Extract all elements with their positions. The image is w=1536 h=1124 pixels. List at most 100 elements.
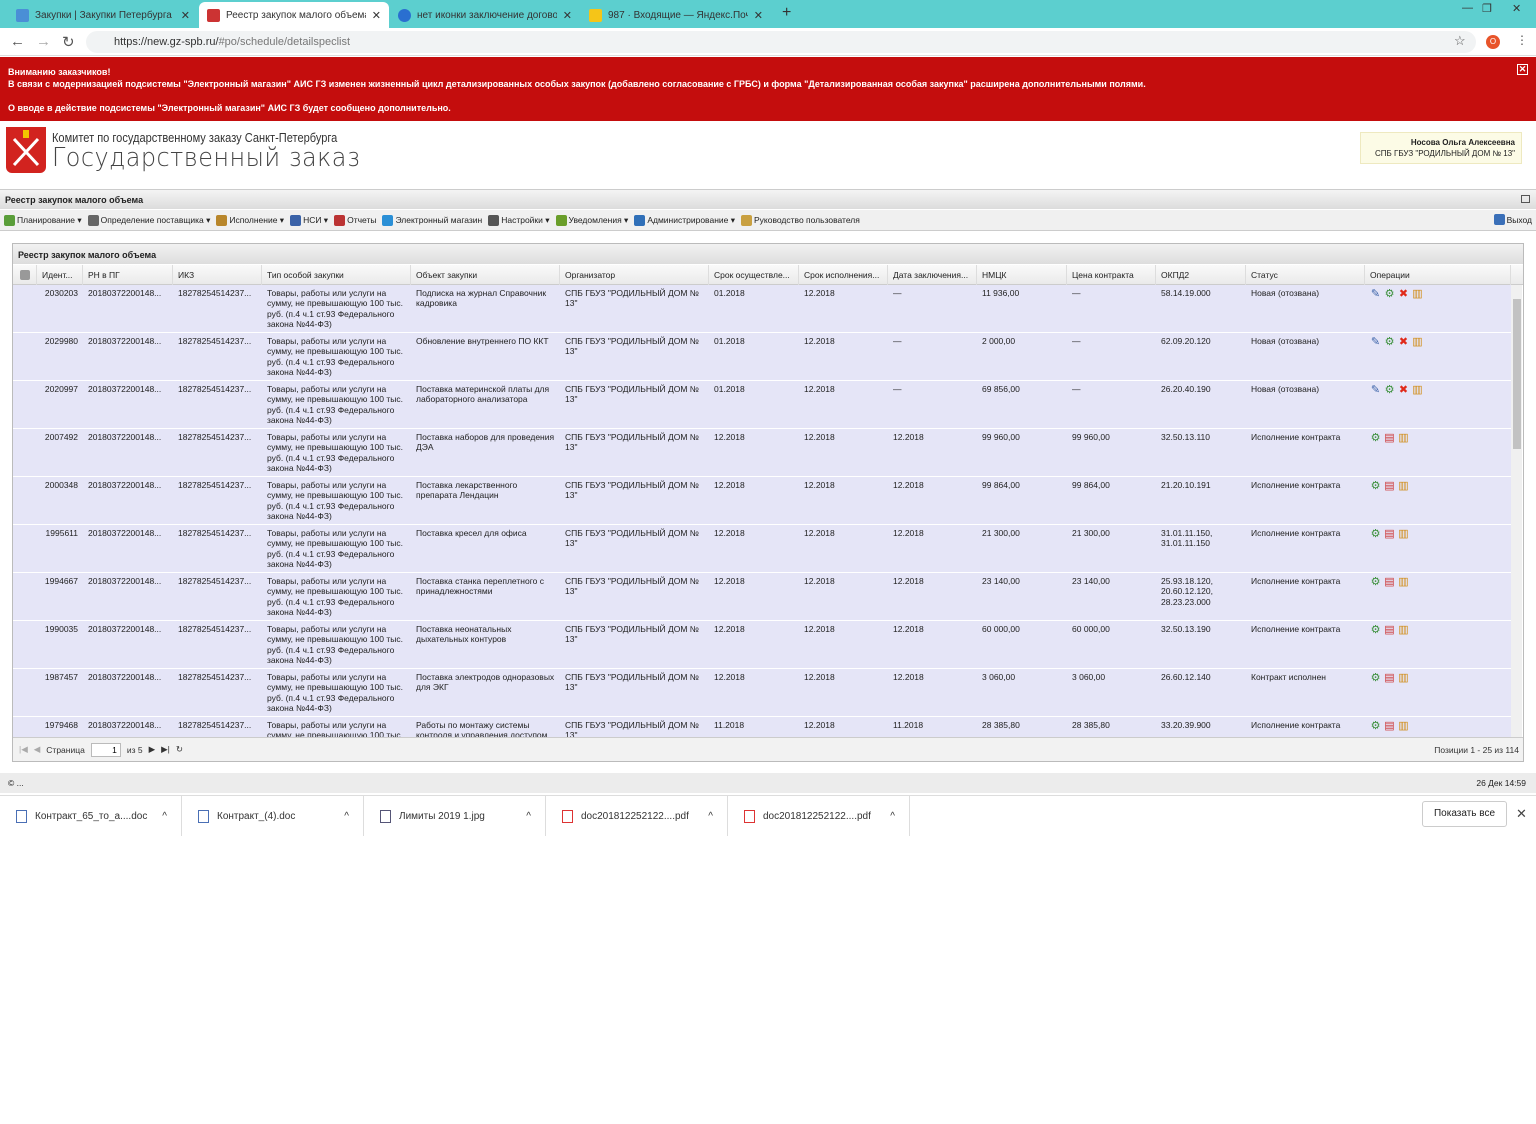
new-tab-button[interactable]: + [782,4,791,22]
stats-chart-icon[interactable]: ▥ [1398,481,1409,492]
browser-menu-icon[interactable]: ⋮ [1516,33,1528,47]
menu-item[interactable]: Настройки ▾ [488,214,550,226]
menu-item[interactable]: Уведомления ▾ [555,214,628,226]
table-row[interactable]: 1994667 20180372200148... 18278254514237..… [13,573,1511,621]
column-header[interactable]: ОКПД2 [1156,265,1246,285]
forward-icon[interactable]: → [36,33,51,50]
process-icon[interactable]: ⚙ [1370,481,1381,492]
download-item[interactable]: Лимиты 2019 1.jpg ^ [364,796,546,836]
table-row[interactable]: 1990035 20180372200148... 18278254514237..… [13,621,1511,669]
edit-icon[interactable]: ✎ [1370,289,1381,300]
column-header[interactable]: Операции [1365,265,1511,285]
browser-tab-zakupki[interactable]: Закупки | Закупки Петербурга ✕ [8,2,198,28]
delete-icon[interactable]: ✖ [1398,289,1409,300]
table-row[interactable]: 2007492 20180372200148... 18278254514237..… [13,429,1511,477]
column-header[interactable]: Цена контракта [1067,265,1156,285]
column-header[interactable]: Объект закупки [411,265,560,285]
document-icon[interactable]: ▤ [1384,721,1395,732]
close-downloads-icon[interactable]: ✕ [1516,806,1527,822]
close-tab-icon[interactable]: ✕ [754,9,763,22]
document-icon[interactable]: ▤ [1384,577,1395,588]
browser-tab-mail[interactable]: 987 · Входящие — Яндекс.Почта ✕ [581,2,771,28]
minimize-button[interactable]: — [1462,2,1473,14]
close-window-button[interactable]: ✕ [1512,2,1521,15]
close-tab-icon[interactable]: ✕ [372,9,381,22]
download-options-chevron-icon[interactable]: ^ [526,811,531,822]
column-header[interactable]: Дата заключения... [888,265,977,285]
next-page-button[interactable]: ▶ [149,744,156,755]
column-header[interactable]: ИКЗ [173,265,262,285]
edit-icon[interactable]: ✎ [1370,385,1381,396]
reload-icon[interactable]: ↻ [62,33,75,51]
document-icon[interactable]: ▤ [1384,529,1395,540]
menu-item[interactable]: НСИ ▾ [290,214,328,226]
document-icon[interactable]: ▤ [1384,673,1395,684]
delete-icon[interactable]: ✖ [1398,337,1409,348]
document-icon[interactable]: ▤ [1384,433,1395,444]
process-icon[interactable]: ⚙ [1384,385,1395,396]
column-header[interactable]: НМЦК [977,265,1067,285]
stats-chart-icon[interactable]: ▥ [1398,577,1409,588]
download-item[interactable]: Контракт_65_то_а....doc ^ [0,796,182,836]
show-all-downloads-button[interactable]: Показать все [1422,801,1507,827]
bookmark-star-icon[interactable]: ☆ [1454,33,1466,49]
process-icon[interactable]: ⚙ [1370,529,1381,540]
menu-item[interactable]: Планирование ▾ [4,214,82,226]
page-input[interactable] [90,742,121,757]
url-input[interactable]: https://new.gz-spb.ru/#po/schedule/detai… [86,31,1476,53]
first-page-button[interactable]: |◀ [19,744,28,755]
stats-chart-icon[interactable]: ▥ [1398,529,1409,540]
column-header[interactable]: Статус [1246,265,1365,285]
prev-page-button[interactable]: ◀ [34,744,41,755]
column-header[interactable]: Идент... [37,265,83,285]
menu-item[interactable]: Руководство пользователя [741,214,860,226]
menu-item[interactable]: Исполнение ▾ [216,214,284,226]
download-item[interactable]: doc201812252122....pdf ^ [728,796,910,836]
column-header[interactable]: Срок исполнения... [799,265,888,285]
filter-icon[interactable] [19,270,30,280]
process-icon[interactable]: ⚙ [1370,673,1381,684]
edit-icon[interactable]: ✎ [1370,337,1381,348]
refresh-icon[interactable]: ↻ [176,744,183,755]
browser-tab-help[interactable]: нет иконки заключение догово ✕ [390,2,580,28]
download-options-chevron-icon[interactable]: ^ [890,811,895,822]
collapse-panel-icon[interactable] [1521,195,1530,203]
stats-chart-icon[interactable]: ▥ [1398,673,1409,684]
back-icon[interactable]: ← [10,33,25,50]
process-icon[interactable]: ⚙ [1370,625,1381,636]
browser-tab-registry[interactable]: Реестр закупок малого объема ✕ [199,2,389,28]
close-banner-button[interactable]: ✕ [1517,64,1528,75]
column-header[interactable]: Организатор [560,265,709,285]
download-item[interactable]: Контракт_(4).doc ^ [182,796,364,836]
document-icon[interactable]: ▤ [1384,625,1395,636]
menu-item[interactable]: Определение поставщика ▾ [87,214,210,226]
stats-chart-icon[interactable]: ▥ [1412,385,1423,396]
menu-item[interactable]: Отчеты [334,214,376,226]
process-icon[interactable]: ⚙ [1370,433,1381,444]
column-header[interactable]: Срок осуществле... [709,265,799,285]
menu-item[interactable]: Администрирование ▾ [634,214,735,226]
stats-chart-icon[interactable]: ▥ [1412,289,1423,300]
process-icon[interactable]: ⚙ [1370,721,1381,732]
column-header[interactable]: РН в ПГ [83,265,173,285]
profile-avatar[interactable]: О [1486,35,1500,49]
column-header[interactable]: Тип особой закупки [262,265,411,285]
table-row[interactable]: 1979468 20180372200148... 18278254514237..… [13,717,1511,737]
logout-button[interactable]: Выход [1493,214,1532,225]
table-row[interactable]: 2000348 20180372200148... 18278254514237..… [13,477,1511,525]
menu-item[interactable]: Электронный магазин [382,214,482,226]
table-row[interactable]: 2030203 20180372200148... 18278254514237..… [13,285,1511,333]
last-page-button[interactable]: ▶| [161,744,170,755]
close-tab-icon[interactable]: ✕ [563,9,572,22]
process-icon[interactable]: ⚙ [1384,337,1395,348]
download-options-chevron-icon[interactable]: ^ [162,811,167,822]
stats-chart-icon[interactable]: ▥ [1412,337,1423,348]
grid-scrollbar[interactable] [1511,285,1522,737]
process-icon[interactable]: ⚙ [1384,289,1395,300]
close-tab-icon[interactable]: ✕ [181,9,190,22]
table-row[interactable]: 1987457 20180372200148... 18278254514237..… [13,669,1511,717]
delete-icon[interactable]: ✖ [1398,385,1409,396]
process-icon[interactable]: ⚙ [1370,577,1381,588]
table-row[interactable]: 1995611 20180372200148... 18278254514237..… [13,525,1511,573]
download-item[interactable]: doc201812252122....pdf ^ [546,796,728,836]
